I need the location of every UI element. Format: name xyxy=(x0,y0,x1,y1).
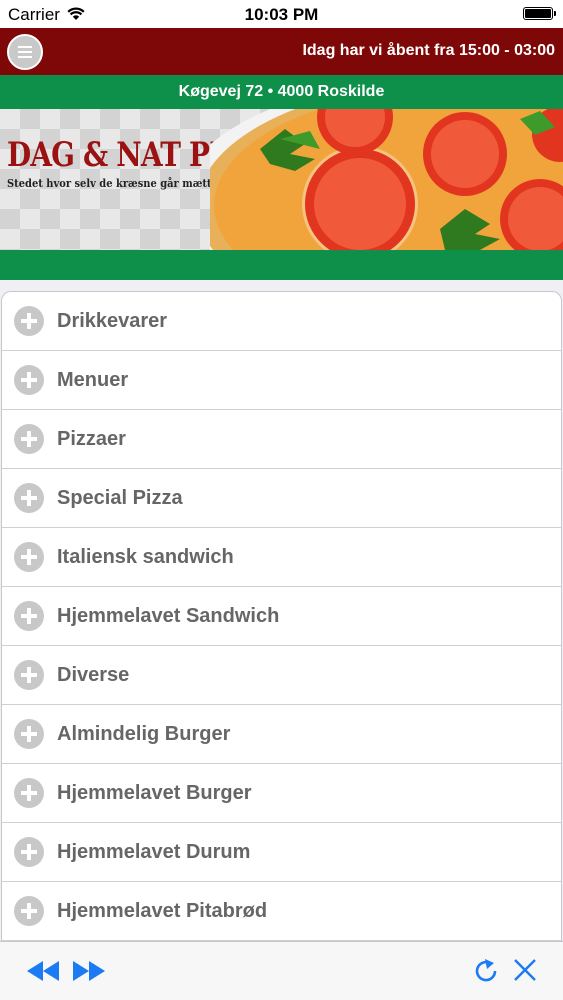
plus-icon xyxy=(14,837,44,867)
menu-category-item[interactable]: Hjemmelavet Sandwich xyxy=(2,587,561,646)
menu-category-item[interactable]: Diverse xyxy=(2,646,561,705)
plus-icon xyxy=(14,601,44,631)
menu-icon[interactable] xyxy=(7,34,43,70)
menu-category-label: Diverse xyxy=(57,664,130,686)
menu-category-label: Hjemmelavet Burger xyxy=(57,782,252,804)
plus-icon xyxy=(14,306,44,336)
reload-icon[interactable] xyxy=(471,956,501,986)
menu-category-label: Special Pizza xyxy=(57,487,183,509)
menu-category-item[interactable]: Almindelig Burger xyxy=(2,705,561,764)
menu-category-item[interactable]: Hjemmelavet Durum xyxy=(2,823,561,882)
menu-category-item[interactable]: Hjemmelavet Pitabrød xyxy=(2,882,561,941)
menu-category-label: Pizzaer xyxy=(57,428,126,450)
menu-category-item[interactable]: Menuer xyxy=(2,351,561,410)
menu-category-item[interactable]: Italiensk sandwich xyxy=(2,528,561,587)
menu-category-item[interactable]: Pizzaer xyxy=(2,410,561,469)
pizza-image xyxy=(210,109,563,250)
menu-category-label: Menuer xyxy=(57,369,129,391)
plus-icon xyxy=(14,542,44,572)
menu-category-label: Hjemmelavet Durum xyxy=(57,841,251,863)
menu-category-label: Hjemmelavet Sandwich xyxy=(57,605,280,627)
plus-icon xyxy=(14,483,44,513)
plus-icon xyxy=(14,660,44,690)
address-bar: Køgevej 72 • 4000 Roskilde xyxy=(0,75,563,109)
menu-category-item[interactable]: Hjemmelavet Burger xyxy=(2,764,561,823)
menu-category-label: Drikkevarer xyxy=(57,310,168,332)
menu-category-item[interactable]: Special Pizza xyxy=(2,469,561,528)
back-icon[interactable] xyxy=(26,959,60,983)
close-icon[interactable] xyxy=(512,957,538,983)
plus-icon xyxy=(14,365,44,395)
menu-category-label: Hjemmelavet Pitabrød xyxy=(57,900,268,922)
forward-icon[interactable] xyxy=(72,959,106,983)
header-bar: Idag har vi åbent fra 15:00 - 03:00 xyxy=(0,28,563,75)
menu-category-item[interactable]: Drikkevarer xyxy=(2,292,561,351)
plus-icon xyxy=(14,778,44,808)
opening-hours: Idag har vi åbent fra 15:00 - 03:00 xyxy=(302,42,555,59)
menu-category-label: Almindelig Burger xyxy=(57,723,231,745)
plus-icon xyxy=(14,719,44,749)
plus-icon xyxy=(14,424,44,454)
menu-category-list: Drikkevarer Menuer Pizzaer Special Pizza… xyxy=(1,291,562,941)
bottom-toolbar xyxy=(0,941,563,1000)
battery-icon xyxy=(523,7,556,20)
menu-category-label: Italiensk sandwich xyxy=(57,546,234,568)
status-bar: Carrier 10:03 PM xyxy=(0,0,563,28)
plus-icon xyxy=(14,896,44,926)
green-strip xyxy=(0,250,563,280)
clock: 10:03 PM xyxy=(244,5,319,24)
banner: DAG & NAT PIZZA Stedet hvor selv de kræs… xyxy=(0,109,563,250)
